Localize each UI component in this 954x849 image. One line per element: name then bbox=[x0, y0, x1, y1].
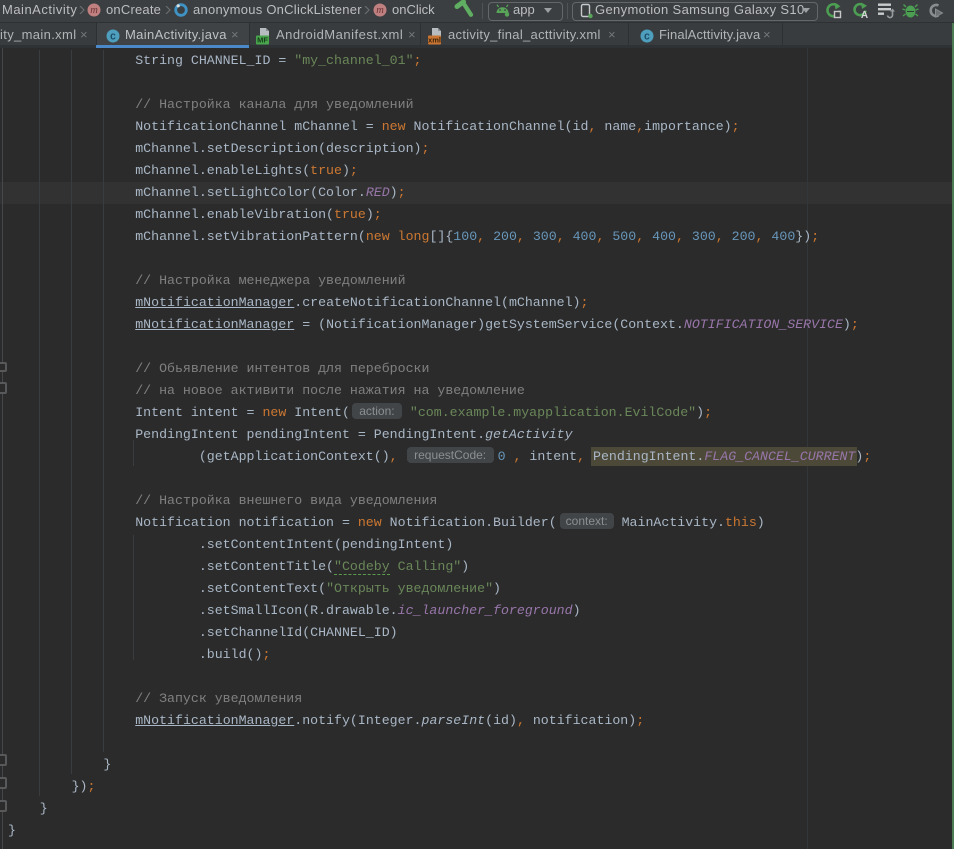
svg-text:C: C bbox=[644, 32, 650, 43]
svg-text:xml: xml bbox=[428, 36, 441, 45]
svg-text:m: m bbox=[90, 5, 98, 16]
svg-text:C: C bbox=[110, 32, 116, 43]
svg-text:A: A bbox=[861, 10, 868, 19]
svg-text:m: m bbox=[376, 5, 384, 16]
svg-text:MF: MF bbox=[257, 36, 268, 45]
